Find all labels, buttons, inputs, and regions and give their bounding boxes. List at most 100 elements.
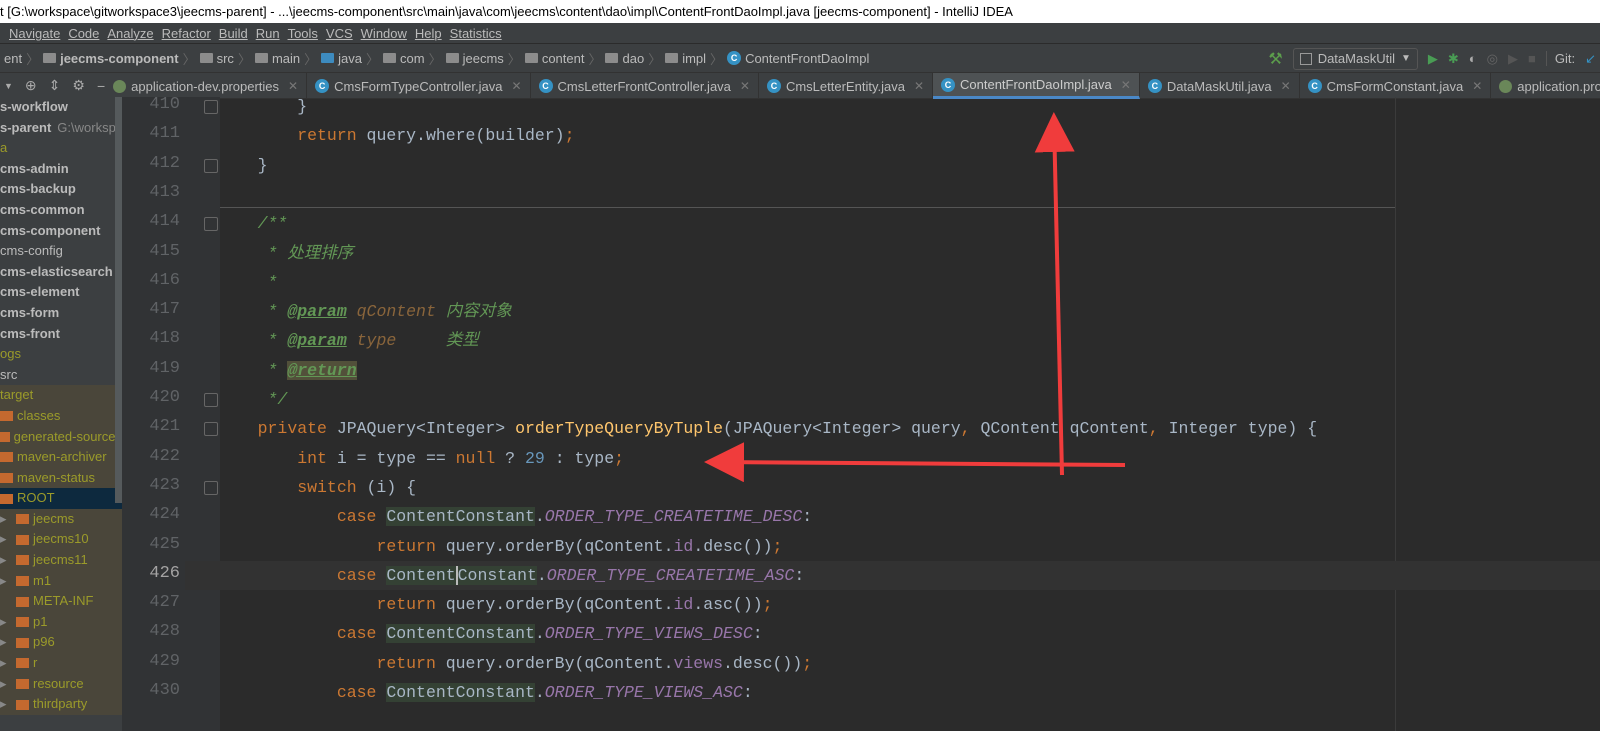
resume-icon[interactable]: ▶ xyxy=(1508,51,1518,67)
code-editor[interactable]: } return query.where(builder); } /** * 处… xyxy=(185,97,1600,731)
code-line: } xyxy=(218,151,268,180)
chevron-right-icon[interactable]: ▸ xyxy=(0,529,16,550)
tree-item[interactable]: s-workflow xyxy=(0,97,122,118)
tree-item[interactable]: ▸ r xyxy=(0,653,122,674)
chevron-right-icon[interactable]: ▸ xyxy=(0,632,16,653)
tab-cmsformtypecontroller-java[interactable]: C CmsFormTypeController.java ✕ xyxy=(307,73,531,99)
chevron-right-icon[interactable]: ▸ xyxy=(0,509,16,530)
code-token: . xyxy=(534,624,545,644)
breadcrumb-item[interactable]: jeecms-component xyxy=(39,51,182,66)
breadcrumb-item[interactable]: ent xyxy=(0,51,26,66)
tree-item[interactable]: ogs xyxy=(0,344,122,365)
tab-application-prope[interactable]: application.prope xyxy=(1491,73,1600,99)
tab-cmsformconstant-java[interactable]: C CmsFormConstant.java ✕ xyxy=(1300,73,1492,99)
line-number: 424 xyxy=(149,505,180,525)
tab-datamaskutil-java[interactable]: C DataMaskUtil.java ✕ xyxy=(1140,73,1300,99)
tree-item[interactable]: s-parent G:\workspac xyxy=(0,118,122,139)
chevron-right-icon[interactable]: ▸ xyxy=(0,612,16,633)
tree-item[interactable]: cms-common xyxy=(0,200,122,221)
menu-item-help[interactable]: Help xyxy=(415,23,442,43)
tree-item[interactable]: ▸ m1 xyxy=(0,570,122,592)
close-icon[interactable]: ✕ xyxy=(1472,79,1482,93)
tree-item[interactable]: ▸ p96 xyxy=(0,632,122,654)
chevron-right-icon[interactable]: ▸ xyxy=(0,694,16,715)
line-number: 426 xyxy=(149,563,180,583)
profile-icon[interactable]: ◎ xyxy=(1487,51,1498,67)
tree-item[interactable]: ▸ jeecms11 xyxy=(0,550,122,571)
tree-item[interactable]: cms-admin xyxy=(0,159,122,180)
tree-item[interactable]: cms-component xyxy=(0,221,122,242)
tree-item[interactable]: a xyxy=(0,138,122,159)
breadcrumb-item[interactable]: content xyxy=(521,51,589,66)
tree-item[interactable]: ▸ resource xyxy=(0,673,122,695)
tree-item[interactable]: src xyxy=(0,365,122,386)
chevron-right-icon[interactable]: ▸ xyxy=(0,653,16,674)
project-scrollbar[interactable] xyxy=(115,97,122,503)
close-icon[interactable]: ✕ xyxy=(1281,79,1291,93)
close-icon[interactable]: ✕ xyxy=(914,79,924,93)
gear-icon[interactable]: ⚙ xyxy=(72,77,85,94)
git-update-icon[interactable]: ↙ xyxy=(1585,51,1596,67)
tab-cmsletterfrontcontroller-java[interactable]: C CmsLetterFrontController.java ✕ xyxy=(531,73,759,99)
tree-item[interactable]: ▸ p1 xyxy=(0,611,122,633)
menu-item-tools[interactable]: Tools xyxy=(288,23,318,43)
tab-cmsletterentity-java[interactable]: C CmsLetterEntity.java ✕ xyxy=(759,73,933,99)
tree-item[interactable]: ▸ jeecms10 xyxy=(0,529,122,551)
breadcrumb-item[interactable]: jeecms xyxy=(442,51,508,66)
tree-item[interactable]: META-INF xyxy=(0,591,122,612)
locate-icon[interactable]: ⊕ xyxy=(25,77,37,94)
breadcrumb-item[interactable]: C ContentFrontDaoImpl xyxy=(723,51,873,66)
build-hammer-icon[interactable]: ⚒ xyxy=(1268,49,1282,69)
close-icon[interactable]: ✕ xyxy=(740,79,750,93)
menu-item-analyze[interactable]: Analyze xyxy=(107,23,153,43)
menu-item-build[interactable]: Build xyxy=(219,23,248,43)
tree-item[interactable]: generated-sources xyxy=(0,426,122,448)
close-icon[interactable]: ✕ xyxy=(511,79,521,93)
breadcrumb-item[interactable]: com xyxy=(379,51,429,66)
tab-contentfrontdaoimpl-java[interactable]: C ContentFrontDaoImpl.java ✕ xyxy=(933,73,1140,99)
dropdown-icon[interactable]: ▼ xyxy=(4,81,13,91)
chevron-right-icon[interactable]: ▸ xyxy=(0,550,16,571)
close-icon[interactable]: ✕ xyxy=(288,79,298,93)
menu-item-statistics[interactable]: Statistics xyxy=(450,23,502,43)
chevron-right-icon[interactable]: ▸ xyxy=(0,674,16,695)
run-icon[interactable]: ▶ xyxy=(1428,51,1438,67)
tree-item[interactable]: cms-config xyxy=(0,241,122,262)
tree-item[interactable]: maven-archiver xyxy=(0,447,122,468)
breadcrumb-item[interactable]: src xyxy=(196,51,238,66)
tree-item[interactable]: target xyxy=(0,385,122,406)
line-number: 430 xyxy=(149,681,180,700)
breadcrumb-item[interactable]: java xyxy=(317,51,366,66)
tree-item[interactable]: cms-backup xyxy=(0,179,122,200)
menu-item-window[interactable]: Window xyxy=(361,23,407,43)
stop-icon[interactable]: ■ xyxy=(1528,51,1536,66)
tree-item[interactable]: ▸ jeecms xyxy=(0,508,122,530)
breadcrumb-item[interactable]: impl xyxy=(661,51,710,66)
breadcrumb-item[interactable]: dao xyxy=(601,51,648,66)
tree-item[interactable]: ROOT xyxy=(0,488,122,509)
coverage-icon[interactable]: ◐ xyxy=(1469,51,1477,66)
minimize-icon[interactable]: − xyxy=(97,78,105,94)
navigation-bar: ent 〉 jeecms-component 〉 src 〉 main 〉 java 〉 com 〉 j… xyxy=(0,44,1600,73)
debug-icon[interactable]: ✱ xyxy=(1448,51,1459,67)
collapse-icon[interactable]: ⇕ xyxy=(49,77,61,94)
tree-item[interactable]: cms-element xyxy=(0,282,122,303)
menu-item-vcs[interactable]: VCS xyxy=(326,23,353,43)
chevron-down-icon: ▼ xyxy=(1400,53,1411,64)
menu-item-code[interactable]: Code xyxy=(68,23,99,43)
menu-item-navigate[interactable]: Navigate xyxy=(9,23,60,43)
tree-item[interactable]: classes xyxy=(0,405,122,427)
code-token: QContent qContent xyxy=(980,419,1149,439)
run-config-dropdown[interactable]: DataMaskUtil ▼ xyxy=(1292,47,1418,70)
close-icon[interactable]: ✕ xyxy=(1121,78,1131,92)
tree-item[interactable]: maven-status xyxy=(0,467,122,489)
breadcrumb-item[interactable]: main xyxy=(251,51,304,66)
tree-item[interactable]: cms-elasticsearch xyxy=(0,262,122,283)
menu-item-refactor[interactable]: Refactor xyxy=(162,23,211,43)
tree-item[interactable]: cms-form xyxy=(0,303,122,324)
menu-item-run[interactable]: Run xyxy=(256,23,280,43)
chevron-right-icon[interactable]: ▸ xyxy=(0,571,16,592)
tree-item[interactable]: ▸ thirdparty xyxy=(0,694,122,715)
tree-item[interactable]: cms-front xyxy=(0,324,122,345)
